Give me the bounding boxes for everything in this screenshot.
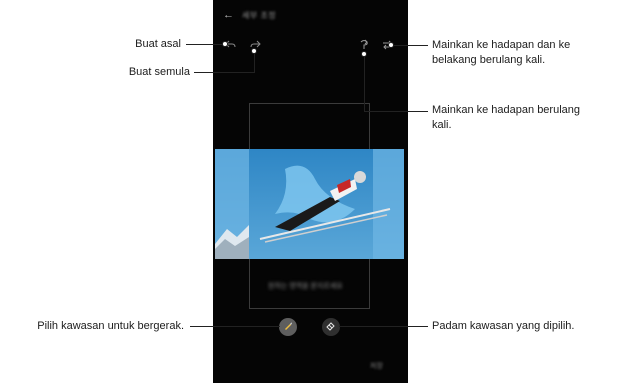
pointer-dot-loop-forward-backward [388, 42, 394, 48]
loop-forward-icon[interactable] [359, 39, 369, 50]
leader-line-redo-v [254, 52, 255, 73]
screen-title: 세부 조정 [242, 11, 277, 20]
leader-line-undo [186, 44, 224, 45]
callout-eraser: Padam kawasan yang dipilih. [432, 320, 575, 332]
callout-loop-forward: Mainkan ke hadapan berulang kali. [432, 104, 581, 131]
leader-line-loop-forward-backward [392, 45, 428, 46]
leader-line-eraser [339, 326, 428, 327]
back-arrow-icon[interactable]: ← [223, 10, 234, 21]
brush-button[interactable] [279, 318, 297, 336]
leader-line-redo-h [194, 72, 255, 73]
eraser-button[interactable] [322, 318, 340, 336]
callout-loop-forward-backward: Mainkan ke hadapan dan ke belakang berul… [432, 39, 571, 66]
top-bar: ← 세부 조정 [223, 10, 276, 21]
pointer-dot-loop-forward [361, 51, 367, 57]
leader-line-loop-forward-v [364, 55, 365, 112]
eraser-icon [326, 318, 336, 336]
ski-jump-photo [215, 149, 404, 259]
callout-brush: Pilih kawasan untuk bergerak. [37, 320, 184, 332]
pointer-dot-undo [222, 41, 228, 47]
save-label: 저장 [370, 363, 383, 370]
pointer-dot-redo [251, 48, 257, 54]
brush-icon [283, 318, 293, 336]
hint-text: 원하는 영역을 문지르세요 [268, 283, 343, 290]
leader-line-brush [190, 326, 280, 327]
callout-redo: Buat semula [128, 66, 190, 78]
callout-undo: Buat asal [135, 38, 181, 50]
leader-line-loop-forward-h [364, 111, 428, 112]
